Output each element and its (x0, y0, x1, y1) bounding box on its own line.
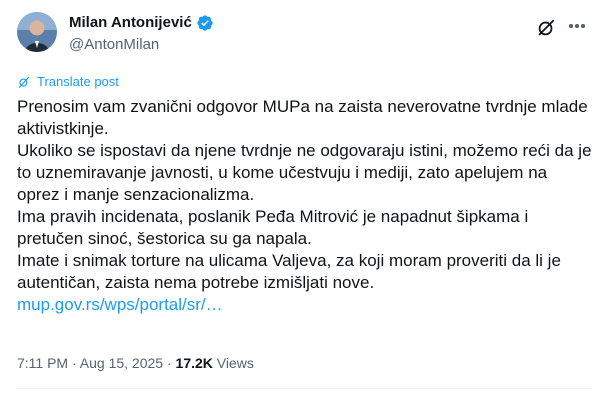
translate-icon (18, 76, 30, 88)
author-name-text[interactable]: Milan Antonijević (69, 13, 192, 33)
post-line: Prenosim vam zvanični odgovor MUPa na za… (17, 97, 588, 138)
post-line: Imate i snimak torture na ulicama Valjev… (17, 251, 561, 292)
post-line: Ima pravih incidenata, poslanik Peđa Mit… (17, 207, 529, 248)
meta-separator: · (68, 355, 80, 371)
post-line: Ukoliko se ispostavi da njene tvrdnje ne… (17, 141, 592, 204)
post-text: Prenosim vam zvanični odgovor MUPa na za… (17, 96, 592, 316)
author-handle[interactable]: @AntonMilan (69, 35, 159, 55)
author-name[interactable]: Milan Antonijević (69, 13, 214, 33)
divider (17, 388, 592, 389)
tweet-card: Milan Antonijević @AntonMilan Translate … (0, 0, 604, 401)
translate-label[interactable]: Translate post (37, 73, 119, 91)
avatar[interactable] (17, 12, 57, 52)
post-time[interactable]: 7:11 PM (17, 355, 68, 371)
more-dot (569, 24, 573, 28)
post-link[interactable]: mup.gov.rs/wps/portal/sr/… (17, 294, 592, 316)
more-dot (575, 24, 579, 28)
more-icon[interactable] (566, 15, 588, 37)
translate-post-link[interactable]: Translate post (17, 73, 119, 91)
post-meta: 7:11 PM · Aug 15, 2025 · 17.2K Views (17, 353, 254, 373)
views-count: 17.2K (175, 355, 213, 371)
grok-icon[interactable] (535, 17, 557, 39)
meta-separator: · (163, 355, 176, 371)
views-label: Views (212, 355, 254, 371)
more-dot (581, 24, 585, 28)
verified-badge-icon (197, 15, 213, 31)
post-date[interactable]: Aug 15, 2025 (80, 355, 163, 371)
